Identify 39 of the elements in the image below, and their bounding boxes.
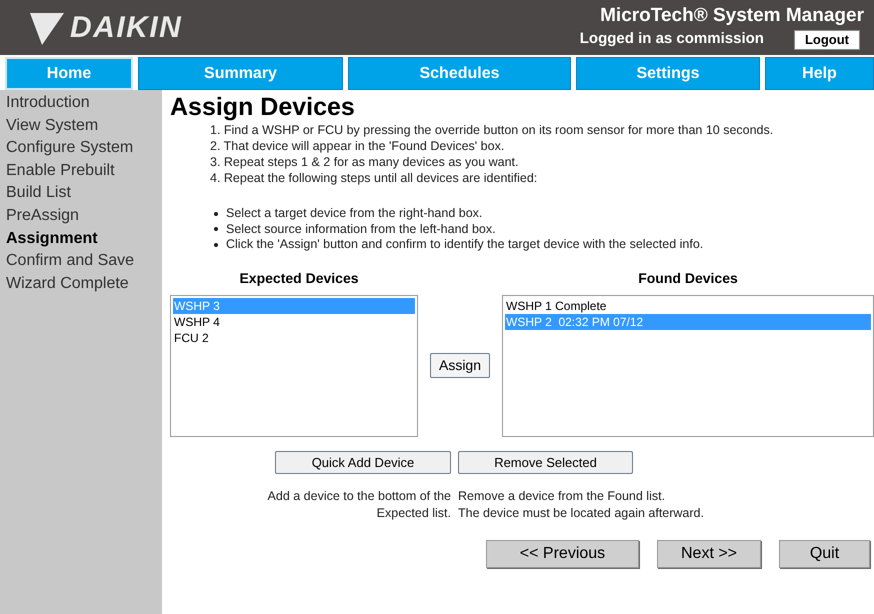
list-heading: Found Devices: [637, 268, 739, 286]
app-title: MicroTech® System Manager: [600, 4, 864, 28]
page-title: Assign Devices: [170, 92, 356, 122]
logout-button[interactable]: Logout: [794, 30, 860, 50]
instruction-step: 2. That device will appear in the 'Found Devices' box.: [210, 138, 874, 154]
help-text: Add a device to the bottom of the Expected list.: [268, 488, 451, 522]
list-item[interactable]: FCU 2: [173, 330, 415, 346]
quick-add-button[interactable]: Quick Add Device: [275, 450, 451, 474]
sidebar-item[interactable]: Introduction: [6, 92, 162, 115]
sidebar-item[interactable]: Wizard Complete: [6, 272, 162, 296]
instruction-step: 4. Repeat the following steps until all devices are identified:: [210, 170, 874, 186]
instruction-step: 1. Find a WSHP or FCU by pressing the override button on its room sensor for more than 10 seconds.: [210, 122, 874, 138]
instruction-step: 3. Repeat steps 1 & 2 for as many devices as you want.: [210, 154, 874, 170]
list-item[interactable]: WSHP 4: [173, 314, 415, 330]
sidebar-item[interactable]: Confirm and Save: [6, 250, 162, 273]
login-status: Logged in as commission: [580, 29, 764, 50]
bullet-icon: [214, 242, 218, 247]
list-heading: Expected Devices: [238, 268, 360, 286]
sidebar-item[interactable]: Build List: [6, 182, 162, 205]
list-item[interactable]: WSHP 1 Complete: [505, 298, 871, 314]
device-list[interactable]: WSHP 1 Complete WSHP 2 02:32 PM 07/12: [502, 294, 874, 436]
bullet-icon: [214, 227, 218, 232]
instruction-bullet: Select source information from the left-hand box.: [226, 222, 496, 237]
sidebar-item[interactable]: Assignment: [6, 228, 162, 250]
instruction-bullet: Select a target device from the right-hand box.: [226, 206, 482, 222]
instruction-bullet: Click the 'Assign' button and confirm to identify the target device with the selected info.: [226, 237, 704, 252]
logo: DAIKIN: [70, 10, 182, 46]
assign-button[interactable]: Assign: [430, 353, 490, 378]
device-list[interactable]: WSHP 3 WSHP 4 FCU 2: [170, 294, 418, 436]
nav-button[interactable]: << Previous: [486, 540, 639, 568]
nav-button[interactable]: Next >>: [657, 540, 761, 568]
bullet-icon: [214, 212, 218, 216]
sidebar-item[interactable]: View System: [6, 114, 162, 138]
help-text: Remove a device from the Found list. The device must be located again afterward.: [458, 488, 704, 522]
nav-button[interactable]: Quit: [779, 540, 870, 568]
remove-selected-button[interactable]: Remove Selected: [458, 450, 633, 474]
sidebar-item[interactable]: Enable Prebuilt: [6, 160, 162, 182]
sidebar-item[interactable]: PreAssign: [6, 204, 162, 228]
sidebar-item[interactable]: Configure System: [6, 137, 162, 160]
